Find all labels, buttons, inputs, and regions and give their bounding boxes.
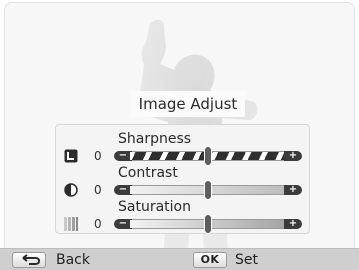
contrast-icon: [64, 183, 78, 197]
camera-screen: Image Adjust Sharpness 0 − + Contrast 0 …: [4, 2, 355, 268]
saturation-plus-button[interactable]: +: [284, 219, 302, 229]
ok-key-label: OK: [200, 253, 220, 266]
contrast-thumb[interactable]: [205, 181, 211, 199]
contrast-row[interactable]: Contrast 0 − +: [56, 165, 309, 199]
sharpness-plus-button[interactable]: +: [284, 151, 302, 161]
back-button[interactable]: [12, 252, 46, 268]
page-title: Image Adjust: [131, 91, 245, 117]
camera-screen-frame: Image Adjust Sharpness 0 − + Contrast 0 …: [0, 0, 359, 270]
contrast-value: 0: [94, 183, 102, 197]
set-label: Set: [235, 252, 258, 268]
saturation-value: 0: [94, 217, 102, 231]
bottom-bar: Back OK Set: [0, 248, 359, 270]
saturation-thumb[interactable]: [205, 215, 211, 233]
sharpness-label: Sharpness: [118, 131, 192, 147]
sharpness-icon: [64, 149, 78, 163]
saturation-row[interactable]: Saturation 0 − +: [56, 199, 309, 233]
contrast-label: Contrast: [118, 165, 178, 181]
saturation-label: Saturation: [118, 199, 191, 215]
ok-button[interactable]: OK: [193, 252, 227, 268]
adjust-panel: Sharpness 0 − + Contrast 0 − + Saturatio…: [55, 124, 310, 234]
sharpness-row[interactable]: Sharpness 0 − +: [56, 131, 309, 165]
sharpness-thumb[interactable]: [205, 147, 211, 165]
contrast-plus-button[interactable]: +: [284, 185, 302, 195]
back-label: Back: [56, 252, 90, 268]
saturation-icon: [64, 217, 78, 231]
sharpness-value: 0: [94, 149, 102, 163]
return-arrow-icon: [22, 254, 41, 265]
